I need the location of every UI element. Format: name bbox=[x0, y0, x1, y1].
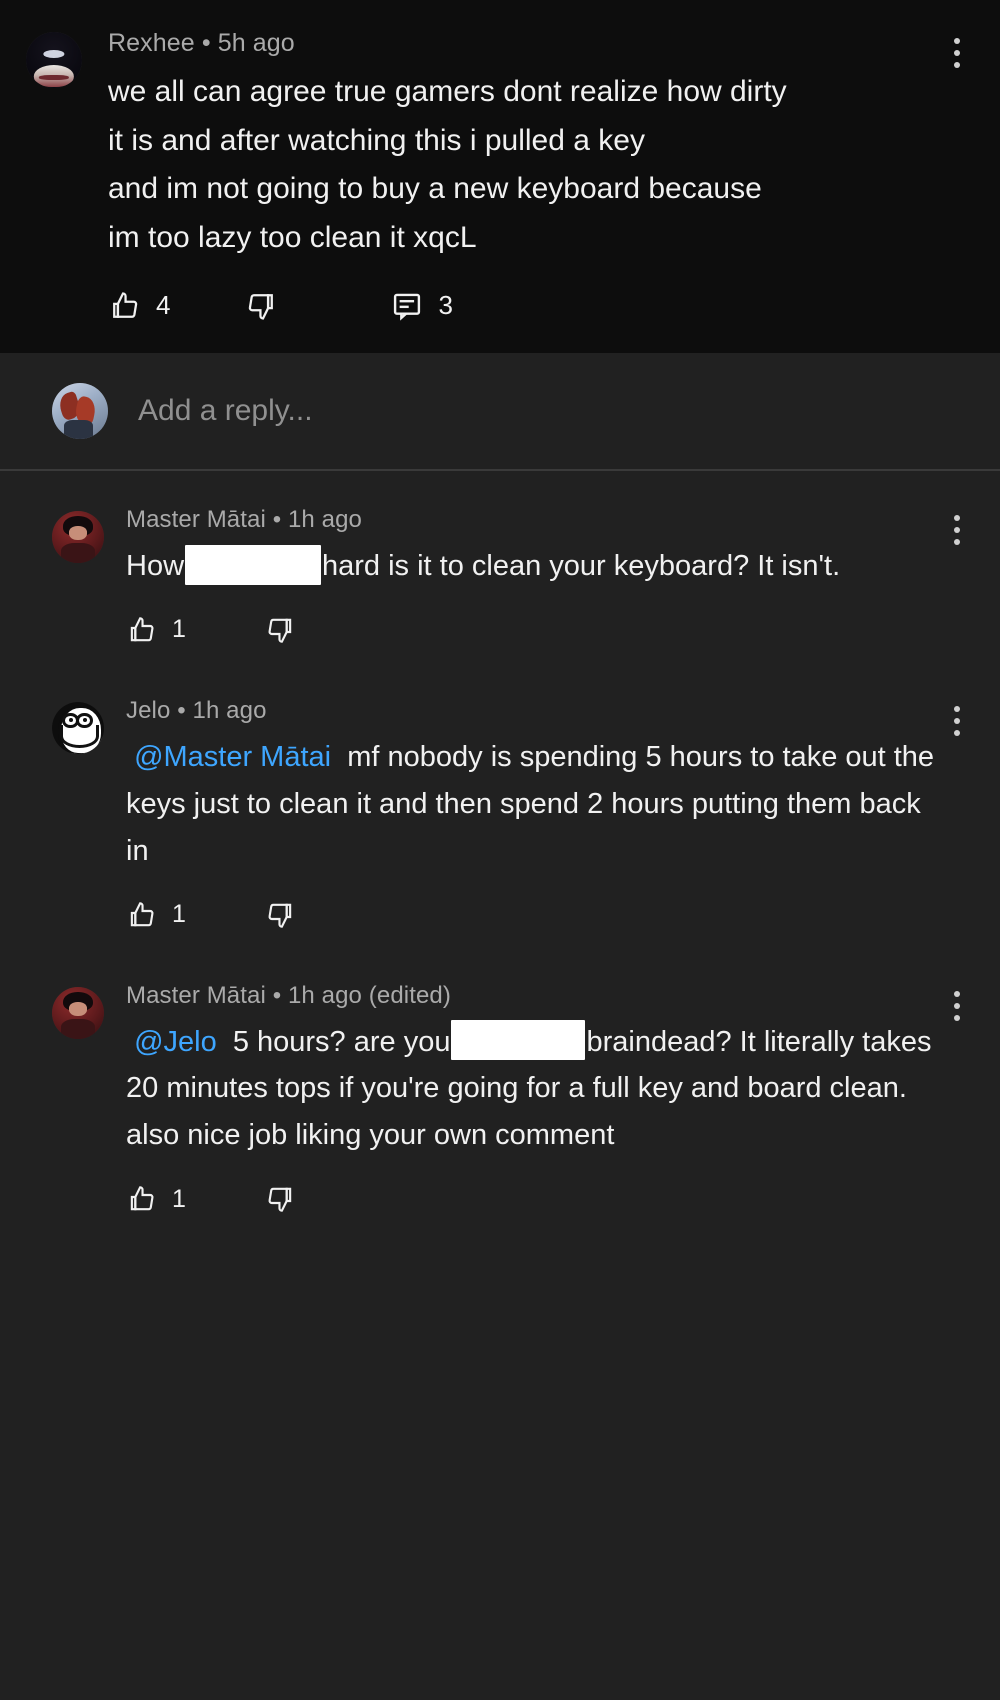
parent-comment: Rexhee • 5h ago we all can agree true ga… bbox=[0, 0, 1000, 353]
parent-comment-menu-button[interactable] bbox=[940, 28, 974, 68]
redaction-block bbox=[451, 1019, 586, 1060]
thumbs-up-icon bbox=[130, 901, 154, 926]
master-matai-avatar[interactable] bbox=[52, 986, 104, 1039]
dislike-button[interactable] bbox=[264, 899, 310, 931]
reply-item: Master Mātai • 1h ago How hard is it to c… bbox=[52, 471, 974, 662]
thumbs-up-icon bbox=[130, 1186, 154, 1211]
thumbs-down-icon bbox=[249, 293, 274, 320]
kebab-dot bbox=[954, 1002, 960, 1009]
kebab-dot bbox=[954, 526, 960, 533]
meta-separator: • bbox=[201, 29, 211, 57]
reply-menu-button[interactable] bbox=[940, 696, 974, 736]
thumbs-up-icon bbox=[113, 292, 138, 318]
comment-line: we all can agree true gamers dont realiz… bbox=[108, 75, 787, 109]
like-count: 1 bbox=[172, 1184, 186, 1213]
like-count: 1 bbox=[172, 615, 186, 644]
kebab-dot bbox=[954, 717, 960, 724]
kebab-dot bbox=[954, 50, 960, 56]
parent-comment-author[interactable]: Rexhee bbox=[108, 29, 195, 57]
reply-timestamp: 1h ago bbox=[192, 696, 267, 724]
current-user-avatar[interactable] bbox=[52, 382, 108, 439]
reply-actions: 1 bbox=[126, 614, 940, 646]
kebab-dot bbox=[954, 514, 960, 521]
parent-comment-text: we all can agree true gamers dont realiz… bbox=[108, 68, 940, 262]
rexhee-avatar[interactable] bbox=[26, 32, 82, 88]
thumbs-down-icon bbox=[268, 1188, 292, 1213]
jelo-avatar[interactable] bbox=[52, 701, 104, 754]
reply-text: @Master Mātai mf nobody is spending 5 ho… bbox=[126, 734, 940, 875]
reply-meta: Jelo • 1h ago bbox=[126, 696, 940, 726]
kebab-dot bbox=[954, 705, 960, 712]
dislike-button[interactable] bbox=[244, 289, 292, 323]
master-matai-avatar[interactable] bbox=[52, 510, 104, 563]
comment-line: it is and after watching this i pulled a… bbox=[108, 123, 645, 157]
thumbs-down-icon bbox=[268, 618, 292, 643]
reply-item: Master Mātai • 1h ago (edited) @Jelo 5 h… bbox=[52, 947, 974, 1232]
kebab-dot bbox=[954, 538, 960, 545]
like-count: 1 bbox=[172, 900, 186, 928]
like-count: 4 bbox=[156, 290, 171, 321]
like-button[interactable]: 1 bbox=[126, 1183, 186, 1215]
reply-text-segment: How bbox=[126, 549, 185, 582]
reply-author[interactable]: Master Mātai bbox=[126, 982, 266, 1009]
reply-menu-button[interactable] bbox=[940, 981, 974, 1021]
reply-text-segment: hard is it to clean your keyboard? It is… bbox=[322, 549, 841, 582]
reply-text-segment: 5 hours? are you bbox=[232, 1025, 451, 1058]
comment-line: and im not going to buy a new keyboard b… bbox=[108, 172, 762, 206]
reply-meta: Master Mātai • 1h ago (edited) bbox=[126, 981, 940, 1011]
user-mention-link[interactable]: @Jelo bbox=[134, 1026, 217, 1058]
kebab-dot bbox=[954, 62, 960, 68]
user-mention-link[interactable]: @Master Mātai bbox=[134, 741, 331, 773]
dislike-button[interactable] bbox=[264, 614, 310, 646]
kebab-dot bbox=[954, 729, 960, 736]
parent-comment-actions: 4 3 bbox=[108, 289, 940, 323]
reply-item: Jelo • 1h ago @Master Mātai mf nobody is… bbox=[52, 662, 974, 947]
kebab-dot bbox=[954, 1014, 960, 1021]
replies-list: Master Mātai • 1h ago How hard is it to c… bbox=[0, 470, 1000, 1232]
reply-meta: Master Mātai • 1h ago bbox=[126, 505, 940, 535]
like-button[interactable]: 4 bbox=[108, 289, 170, 323]
reply-menu-button[interactable] bbox=[940, 505, 974, 545]
reply-timestamp: 1h ago bbox=[287, 505, 362, 533]
reply-author[interactable]: Jelo bbox=[126, 697, 170, 724]
add-reply-row[interactable]: Add a reply... bbox=[0, 352, 1000, 469]
reply-actions: 1 bbox=[126, 899, 940, 931]
redaction-block bbox=[185, 544, 322, 585]
meta-separator: • bbox=[272, 981, 282, 1009]
parent-comment-timestamp: 5h ago bbox=[217, 29, 295, 57]
parent-comment-meta: Rexhee • 5h ago bbox=[108, 28, 940, 59]
kebab-dot bbox=[954, 990, 960, 997]
thumbs-up-icon bbox=[130, 616, 154, 641]
view-replies-button[interactable]: 3 bbox=[390, 289, 453, 323]
reply-text: How hard is it to clean your keyboard? It… bbox=[126, 543, 940, 590]
edited-label: (edited) bbox=[368, 981, 451, 1009]
meta-separator: • bbox=[272, 505, 282, 533]
comment-bubble-icon bbox=[394, 293, 421, 321]
meta-separator: • bbox=[177, 696, 186, 724]
dislike-button[interactable] bbox=[264, 1183, 310, 1215]
reply-author[interactable]: Master Mātai bbox=[126, 506, 266, 533]
comment-line: im too lazy too clean it xqcL bbox=[108, 221, 477, 255]
kebab-dot bbox=[954, 38, 960, 44]
reply-actions: 1 bbox=[126, 1183, 940, 1215]
add-reply-input[interactable]: Add a reply... bbox=[138, 394, 313, 428]
youtube-comments-screen: Rexhee • 5h ago we all can agree true ga… bbox=[0, 0, 1000, 1700]
like-button[interactable]: 1 bbox=[126, 614, 186, 646]
reply-timestamp: 1h ago bbox=[287, 981, 362, 1009]
reply-count: 3 bbox=[438, 290, 453, 321]
thumbs-down-icon bbox=[268, 903, 292, 928]
like-button[interactable]: 1 bbox=[126, 899, 186, 931]
reply-text: @Jelo 5 hours? are you braindead? It lite… bbox=[126, 1019, 940, 1160]
